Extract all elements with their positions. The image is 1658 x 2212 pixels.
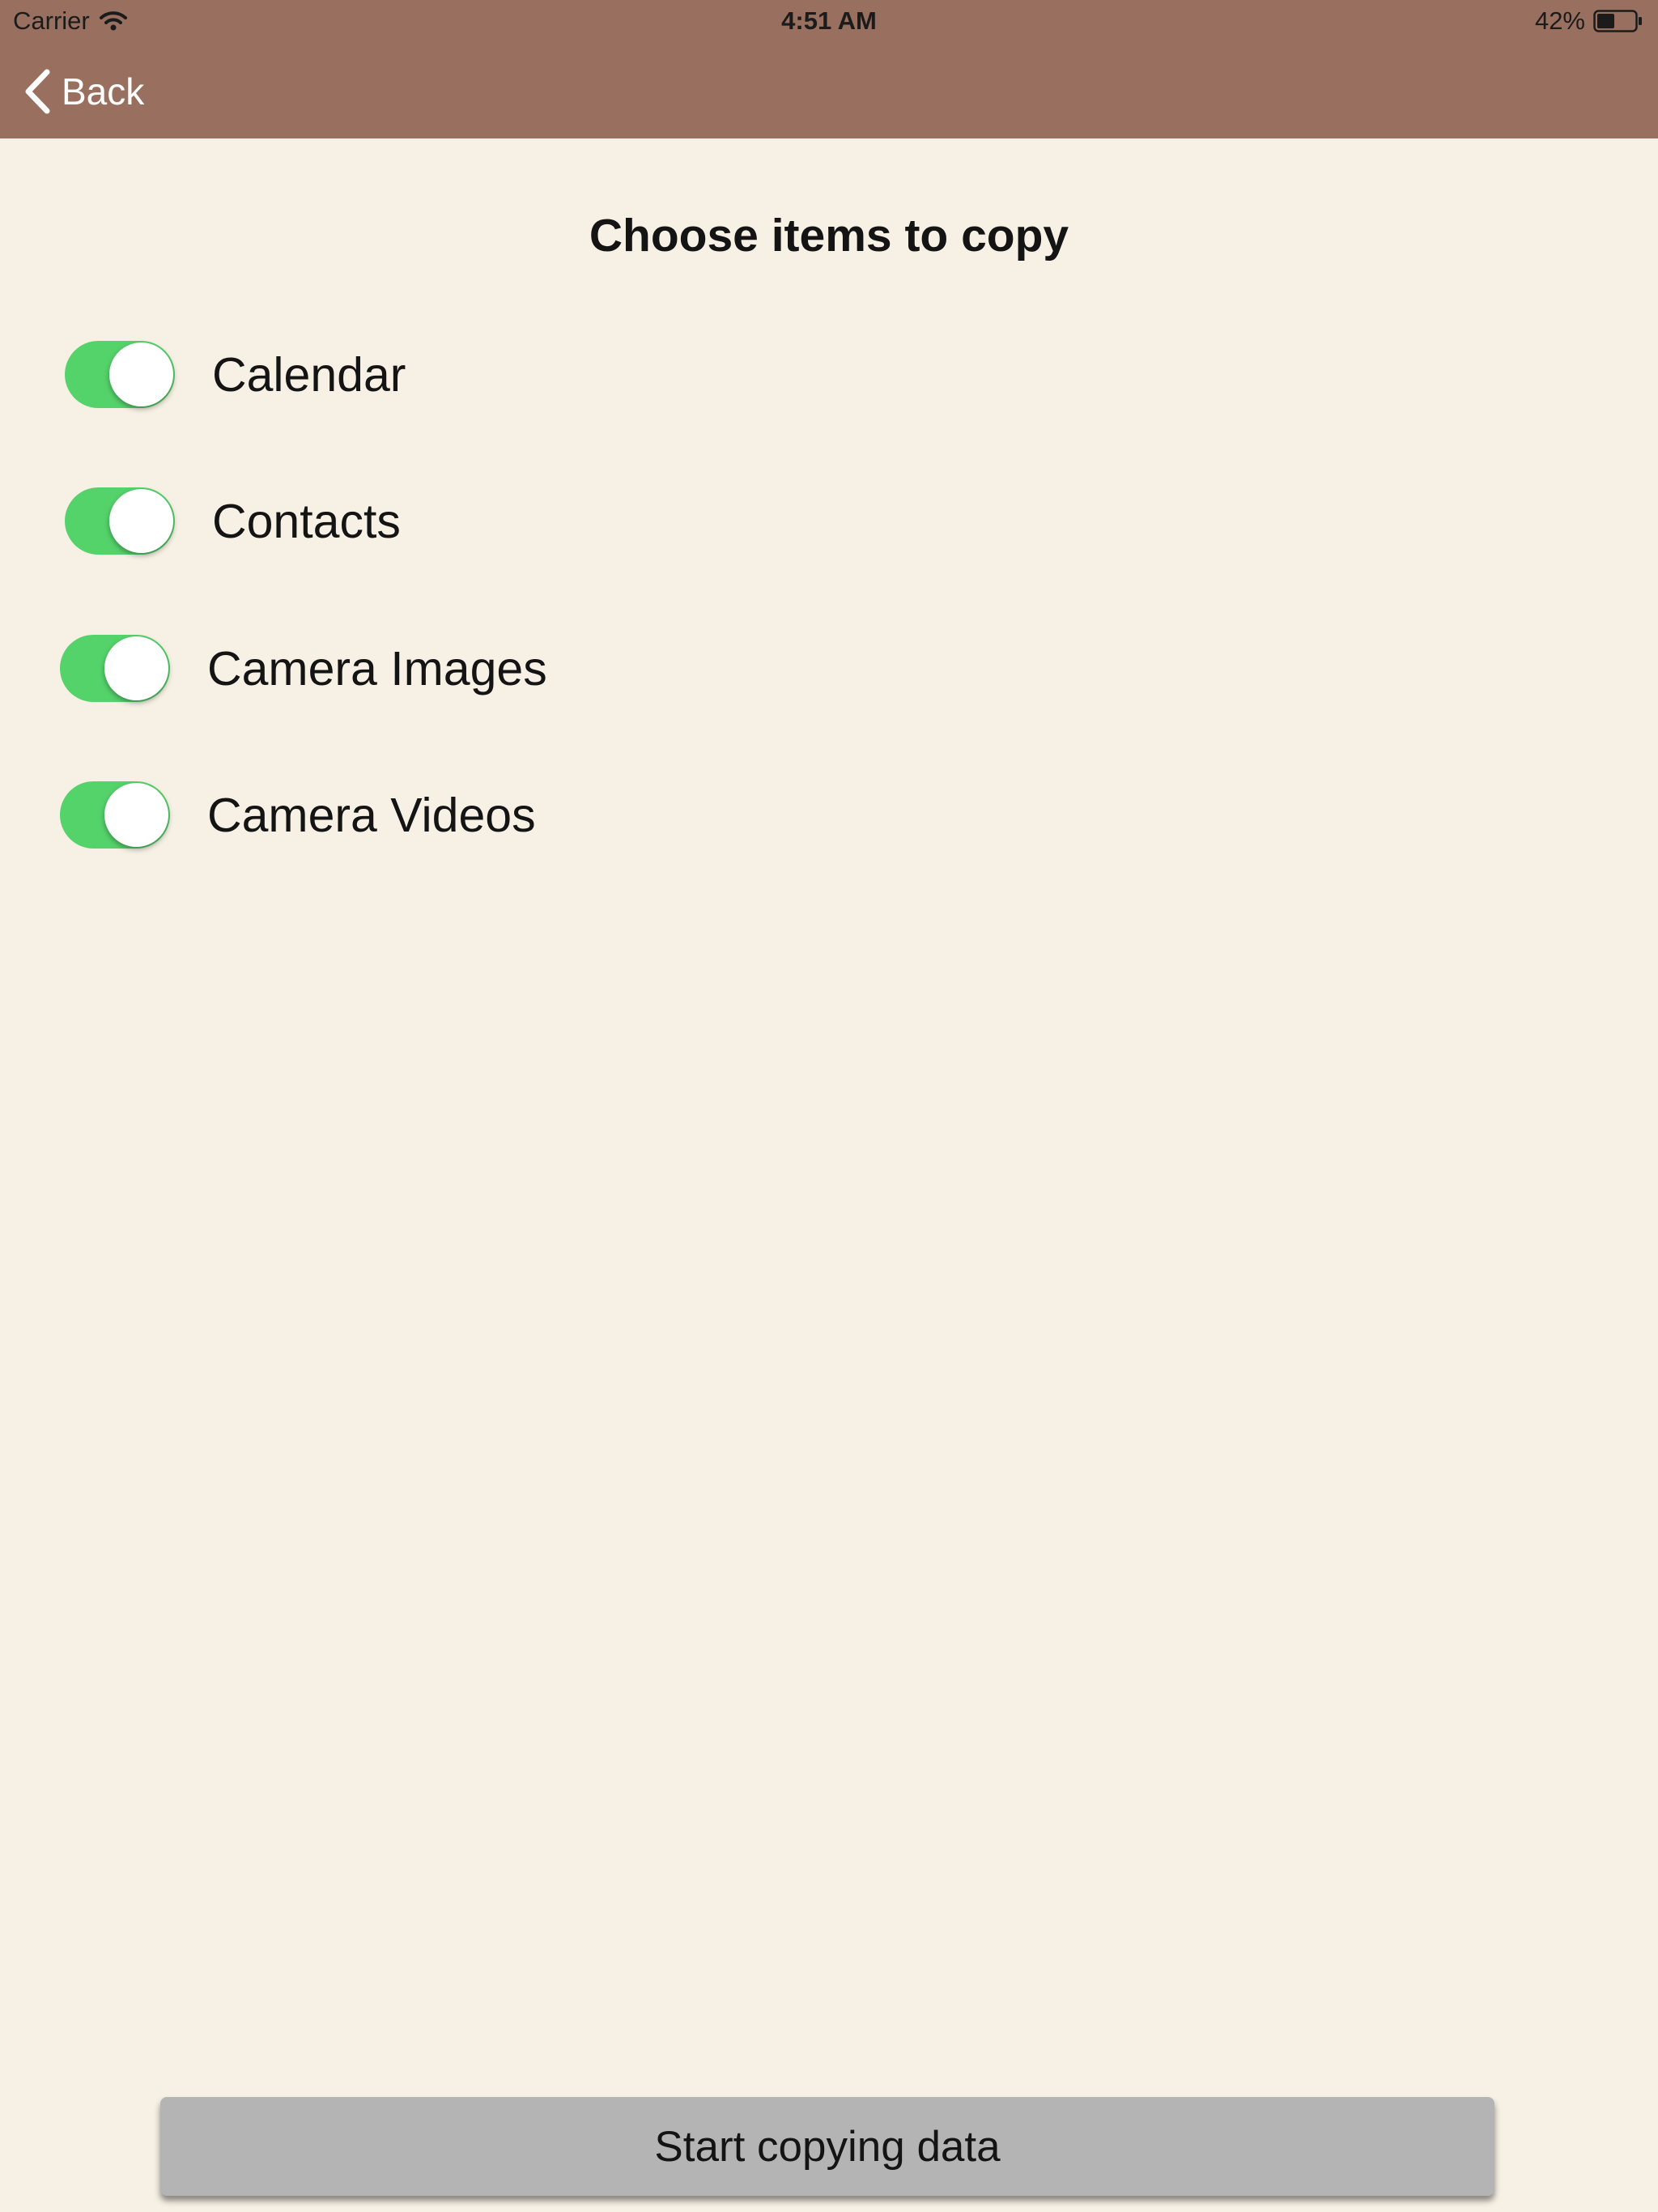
- battery-icon: [1593, 10, 1642, 32]
- toggle-knob: [109, 342, 173, 406]
- contacts-label: Contacts: [212, 494, 401, 548]
- start-copying-button[interactable]: Start copying data: [160, 2097, 1494, 2196]
- toggle-row-contacts: Contacts: [65, 487, 401, 555]
- camera-videos-label: Camera Videos: [207, 788, 536, 842]
- chevron-left-icon: [25, 69, 50, 114]
- contacts-toggle[interactable]: [65, 487, 175, 555]
- calendar-toggle[interactable]: [65, 341, 175, 408]
- navigation-bar: Carrier 4:51 AM 42% Back: [0, 0, 1658, 138]
- back-button[interactable]: Back: [23, 65, 144, 118]
- toggle-knob: [104, 636, 168, 700]
- camera-images-toggle[interactable]: [60, 635, 170, 702]
- toggle-row-calendar: Calendar: [65, 341, 406, 408]
- camera-videos-toggle[interactable]: [60, 781, 170, 849]
- back-label: Back: [62, 70, 145, 113]
- page-title: Choose items to copy: [589, 210, 1069, 262]
- toggle-knob: [104, 783, 168, 847]
- camera-images-label: Camera Images: [207, 641, 547, 696]
- toggle-knob: [109, 489, 173, 553]
- status-time: 4:51 AM: [781, 6, 877, 35]
- calendar-label: Calendar: [212, 347, 406, 402]
- toggle-row-camera-videos: Camera Videos: [60, 781, 536, 849]
- battery-percentage: 42%: [1534, 6, 1585, 35]
- status-battery: 42%: [1535, 6, 1643, 36]
- toggle-row-camera-images: Camera Images: [60, 635, 547, 702]
